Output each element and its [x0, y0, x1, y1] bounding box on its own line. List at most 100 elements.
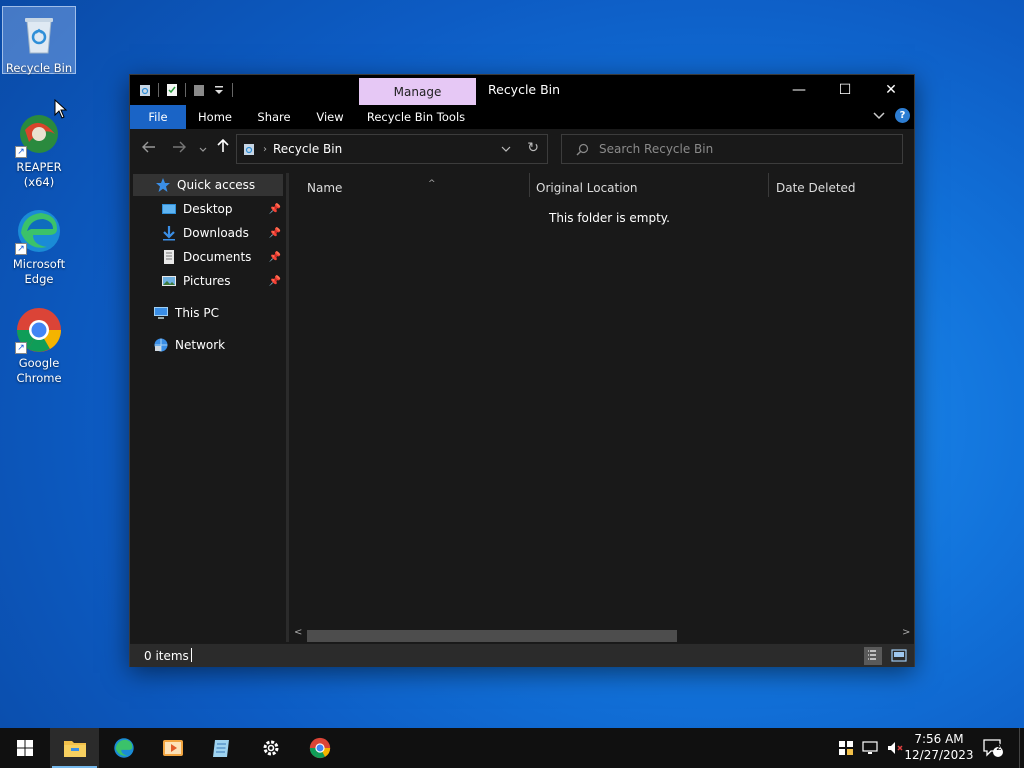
edge-icon	[113, 738, 134, 758]
nav-item-pictures[interactable]: Pictures 📌	[161, 270, 285, 292]
scroll-left-icon[interactable]: <	[294, 627, 302, 638]
sort-ascending-icon: ^	[428, 179, 436, 189]
recycle-bin-small-icon	[243, 142, 255, 156]
desktop-icon-edge[interactable]: ↗ Microsoft Edge	[2, 203, 76, 287]
taskbar-clock[interactable]: 7:56 AM 12/27/2023	[900, 731, 978, 763]
chrome-icon	[309, 737, 330, 759]
breadcrumb-chevron-icon: ›	[263, 143, 267, 155]
column-header-original-location[interactable]: Original Location	[536, 177, 766, 199]
nav-label: Desktop	[183, 202, 233, 216]
address-bar[interactable]: › Recycle Bin ↻	[236, 134, 548, 164]
nav-label: Downloads	[183, 226, 249, 240]
address-row: › Recycle Bin ↻ Search Recycle Bin	[130, 129, 914, 169]
scrollbar-thumb[interactable]	[307, 630, 677, 642]
column-divider[interactable]	[768, 173, 769, 197]
network-status-icon	[862, 741, 878, 754]
nav-item-this-pc[interactable]: This PC	[153, 302, 283, 324]
nav-item-desktop[interactable]: Desktop 📌	[161, 198, 285, 220]
edge-icon: ↗	[13, 205, 65, 257]
breadcrumb-recycle-bin[interactable]: Recycle Bin	[273, 142, 342, 156]
expand-ribbon-icon[interactable]	[873, 109, 885, 123]
customize-toolbar-icon[interactable]	[212, 82, 226, 98]
desktop-icon-chrome[interactable]: ↗ Google Chrome	[2, 302, 76, 386]
pin-icon[interactable]: 📌	[269, 228, 281, 239]
downloads-icon	[163, 226, 175, 241]
toolbar-divider	[232, 83, 233, 97]
desktop-icon-label: REAPER (x64)	[16, 160, 62, 189]
shortcut-arrow-icon: ↗	[15, 342, 27, 354]
maximize-button[interactable]: ☐	[822, 75, 868, 105]
address-dropdown-icon[interactable]	[501, 142, 511, 155]
recent-locations-button[interactable]	[193, 139, 213, 159]
taskbar-edge[interactable]	[99, 728, 148, 768]
close-button[interactable]: ✕	[868, 75, 914, 105]
desktop-icon-label: Recycle Bin	[5, 61, 73, 75]
search-input[interactable]: Search Recycle Bin	[599, 142, 713, 156]
tab-manage[interactable]: Manage	[359, 78, 476, 105]
file-explorer-window: Manage Recycle Bin — ☐ ✕ File Home Share…	[129, 74, 915, 667]
large-icons-view-icon	[891, 649, 907, 662]
horizontal-scrollbar[interactable]: < >	[289, 627, 914, 643]
clock-date: 12/27/2023	[904, 748, 974, 762]
file-list-pane[interactable]: Name ^ Original Location Date Deleted Th…	[289, 173, 914, 642]
close-icon: ✕	[885, 82, 897, 98]
desktop-folder-icon	[162, 204, 176, 214]
tab-view[interactable]: View	[309, 105, 351, 129]
up-arrow-icon	[217, 138, 229, 152]
nav-item-quick-access[interactable]: Quick access	[133, 174, 283, 196]
nav-label: This PC	[175, 306, 219, 320]
media-player-icon	[162, 740, 183, 756]
documents-icon	[164, 250, 174, 264]
action-center-button[interactable]: 2	[982, 728, 1004, 768]
taskbar-chrome[interactable]	[295, 728, 344, 768]
pin-icon[interactable]: 📌	[269, 252, 281, 263]
taskbar-settings[interactable]	[246, 728, 295, 768]
minimize-button[interactable]: —	[776, 75, 822, 105]
forward-arrow-icon	[173, 141, 186, 153]
search-icon	[576, 143, 589, 155]
properties-icon[interactable]	[165, 82, 179, 98]
minimize-icon: —	[792, 82, 806, 98]
tray-network-icon[interactable]	[862, 728, 880, 768]
tab-recycle-bin-tools[interactable]: Recycle Bin Tools	[363, 105, 469, 129]
help-icon[interactable]: ?	[895, 108, 910, 123]
notepad-icon	[212, 740, 229, 757]
pin-icon[interactable]: 📌	[269, 204, 281, 215]
tab-file[interactable]: File	[130, 105, 186, 129]
nav-item-downloads[interactable]: Downloads 📌	[161, 222, 285, 244]
recycle-bin-icon	[13, 9, 65, 61]
details-view-button[interactable]	[864, 647, 882, 665]
nav-label: Quick access	[177, 178, 256, 192]
scroll-right-icon[interactable]: >	[902, 627, 910, 638]
forward-button[interactable]	[169, 139, 189, 159]
tray-security-icon[interactable]	[838, 728, 854, 768]
pin-icon[interactable]: 📌	[269, 276, 281, 287]
large-icons-view-button[interactable]	[890, 647, 908, 665]
search-box[interactable]: Search Recycle Bin	[561, 134, 903, 164]
ribbon-tab-bar: File Home Share View Recycle Bin Tools ?	[130, 105, 914, 129]
column-header-date-deleted[interactable]: Date Deleted	[776, 177, 906, 199]
up-button[interactable]	[213, 138, 233, 159]
nav-label: Network	[175, 338, 226, 352]
taskbar-file-explorer[interactable]	[50, 728, 99, 768]
status-bar: 0 items	[130, 643, 914, 667]
desktop-icon-recycle-bin[interactable]: Recycle Bin	[2, 6, 76, 75]
refresh-icon[interactable]: ↻	[527, 140, 539, 156]
show-desktop-button[interactable]	[1019, 728, 1024, 768]
new-folder-icon[interactable]	[192, 82, 206, 98]
column-header-name[interactable]: Name ^	[307, 177, 527, 199]
nav-item-documents[interactable]: Documents 📌	[161, 246, 285, 268]
taskbar-notepad[interactable]	[197, 728, 246, 768]
start-button[interactable]	[0, 728, 49, 768]
column-label: Name	[307, 181, 343, 195]
tab-home[interactable]: Home	[192, 105, 238, 129]
taskbar-media-player[interactable]	[148, 728, 197, 768]
back-button[interactable]	[139, 139, 159, 159]
details-view-icon	[868, 650, 876, 660]
navigation-pane: Quick access Desktop 📌 Downloads 📌 Docum…	[130, 173, 286, 642]
column-divider[interactable]	[529, 173, 530, 197]
nav-item-network[interactable]: Network	[153, 334, 283, 356]
title-bar[interactable]: Manage Recycle Bin — ☐ ✕	[130, 75, 914, 105]
taskbar: 7:56 AM 12/27/2023 2	[0, 728, 1024, 768]
tab-share[interactable]: Share	[251, 105, 297, 129]
